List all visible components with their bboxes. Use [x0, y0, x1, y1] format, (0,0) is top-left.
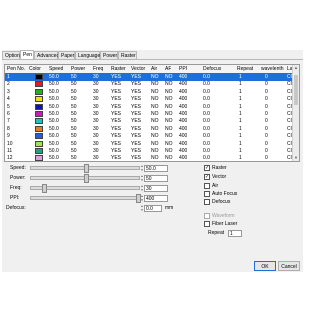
cancel-button[interactable]: Cancel: [278, 261, 300, 271]
cell-repeat: 1: [239, 155, 242, 162]
col-defocus: Defocus: [203, 66, 222, 72]
col-repeat: Repeat: [237, 66, 254, 72]
tab-paper[interactable]: Paper: [58, 51, 75, 59]
autofocus-checkbox[interactable]: [204, 191, 210, 197]
pen-color-swatch[interactable]: [35, 81, 43, 88]
pen-color-swatch[interactable]: [35, 88, 43, 95]
speed-slider[interactable]: [30, 164, 140, 173]
col-air: Air: [151, 66, 158, 72]
tab-options[interactable]: Options: [2, 51, 22, 59]
pen-color-swatch[interactable]: [35, 140, 43, 147]
ppi-input[interactable]: 400: [144, 195, 168, 202]
defocus-unit: mm: [165, 205, 174, 211]
col-speed: Speed: [49, 66, 64, 72]
col-vector: Vector: [131, 66, 146, 72]
col-raster: Raster: [111, 66, 126, 72]
cell-power: 50: [71, 155, 77, 162]
cell-ppi: 400: [179, 155, 188, 162]
slider-thumb[interactable]: [83, 174, 89, 183]
ppi-label: PPI:: [10, 195, 20, 201]
col-freq: Freq: [93, 66, 104, 72]
cell-freq: 30: [93, 155, 99, 162]
col-color: Color: [29, 66, 41, 72]
defocus-input[interactable]: 0.0: [144, 205, 162, 212]
pen-settings-dialog: Options Pen Advanced Paper Language Powe…: [2, 50, 303, 272]
pen-panel: Pen No. Color Speed Power Freq Raster Ve…: [2, 59, 303, 272]
cell-af: NO: [165, 155, 173, 162]
col-power: Power: [71, 66, 86, 72]
pen-color-swatch[interactable]: [35, 133, 43, 140]
vector-checkbox[interactable]: ✓: [204, 174, 210, 180]
repeat-label: Repeat: [208, 230, 225, 236]
col-af: AF: [165, 66, 172, 72]
freq-input[interactable]: 30: [144, 185, 168, 192]
col-pen-no: Pen No.: [7, 66, 26, 72]
pen-table[interactable]: Pen No. Color Speed Power Freq Raster Ve…: [4, 64, 300, 162]
freq-slider[interactable]: [30, 184, 140, 193]
power-slider[interactable]: [30, 174, 140, 183]
speed-input[interactable]: 50.0: [144, 165, 168, 172]
scroll-down-icon[interactable]: ▼: [293, 155, 299, 161]
tab-language[interactable]: Language: [75, 51, 100, 59]
col-wavelength: wavelenth: [261, 66, 284, 72]
power-input[interactable]: 50: [144, 175, 168, 182]
slider-thumb[interactable]: [83, 164, 89, 173]
pen-color-swatch[interactable]: [35, 103, 43, 110]
repeat-input[interactable]: 1: [228, 230, 242, 237]
cell-vector: YES: [131, 155, 142, 162]
ok-button[interactable]: OK: [254, 261, 276, 271]
cell-defocus: 0.0: [203, 155, 210, 162]
scroll-up-icon[interactable]: ▲: [293, 65, 299, 71]
defocus-checkbox[interactable]: [204, 199, 210, 205]
tab-raster[interactable]: Raster: [118, 51, 137, 59]
freq-label: Freq:: [10, 185, 22, 191]
speed-label: Speed:: [10, 165, 26, 171]
cell-air: NO: [151, 155, 159, 162]
tab-power[interactable]: Power: [100, 51, 118, 59]
pen-color-swatch[interactable]: [35, 96, 43, 103]
pen-color-swatch[interactable]: [35, 111, 43, 117]
pen-color-swatch[interactable]: [35, 155, 43, 161]
slider-thumb[interactable]: [41, 184, 47, 193]
table-scrollbar[interactable]: ▲ ▼: [292, 65, 299, 161]
air-checkbox[interactable]: [204, 183, 210, 189]
raster-label: Raster: [212, 165, 227, 171]
air-label: Air: [212, 183, 219, 189]
defocus-label: Defocus:: [6, 205, 26, 211]
waveform-checkbox[interactable]: [204, 213, 210, 219]
table-row[interactable]: 1250.05030YESYESNONO4000.010CO2: [5, 154, 297, 162]
fiber-laser-label: Fiber Laser: [212, 221, 238, 227]
pen-color-swatch[interactable]: [35, 74, 43, 80]
pen-color-swatch[interactable]: [35, 118, 43, 125]
scrollbar-thumb[interactable]: [294, 75, 298, 105]
fiber-laser-checkbox[interactable]: [204, 221, 210, 227]
pen-color-swatch[interactable]: [35, 148, 43, 154]
power-label: Power:: [10, 175, 26, 181]
cell-no: 12: [7, 155, 13, 162]
cell-wave: 0: [265, 155, 268, 162]
pen-color-swatch[interactable]: [35, 125, 43, 132]
col-ppi: PPI: [179, 66, 188, 72]
raster-checkbox[interactable]: ✓: [204, 165, 210, 171]
ppi-slider[interactable]: [30, 194, 141, 203]
vector-label: Vector: [212, 174, 227, 180]
cell-speed: 50.0: [49, 155, 59, 162]
tab-advanced[interactable]: Advanced: [34, 51, 59, 59]
autofocus-label: Auto Focus: [212, 191, 238, 197]
defocus-option-label: Defocus: [212, 199, 231, 205]
waveform-label: Waveform: [212, 213, 235, 219]
cell-raster: YES: [111, 155, 122, 162]
